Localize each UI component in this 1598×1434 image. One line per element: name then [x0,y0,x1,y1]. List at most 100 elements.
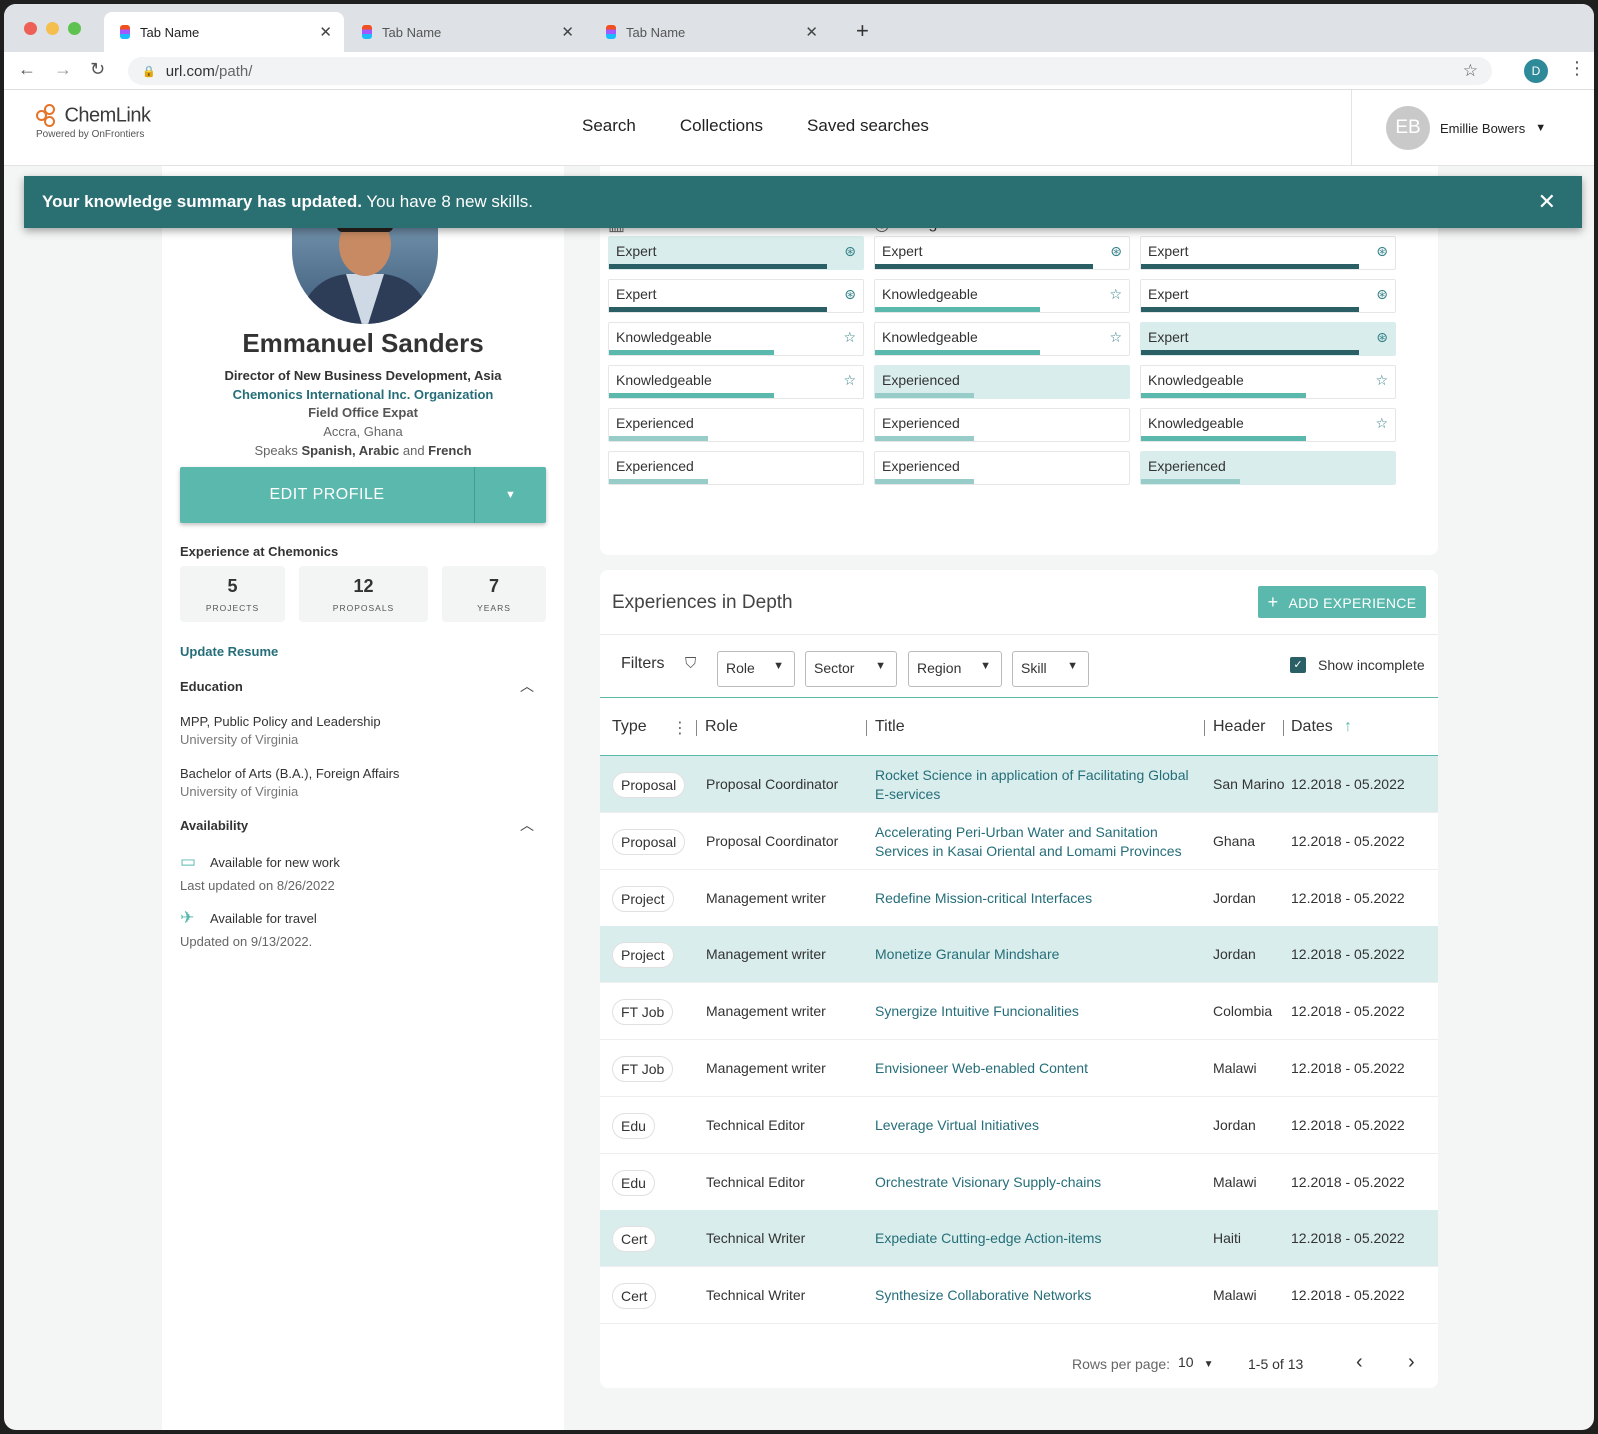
caret-down-icon: ▼ [1535,122,1547,134]
table-row[interactable]: Edu Technical Editor Orchestrate Visionary… [600,1154,1438,1211]
knowledge-item[interactable]: Expert ⊛ [608,236,864,270]
next-page-icon[interactable]: › [1408,1351,1415,1374]
column-dates[interactable]: Dates [1291,718,1333,736]
filter-bar: Filters ⛉ Role ▼ Sector ▼ Region ▼ Skill ▼ ✓… [600,634,1438,698]
column-role[interactable]: Role [705,718,738,736]
table-row[interactable]: Cert Technical Writer Synthesize Collabora… [600,1267,1438,1325]
show-incomplete-toggle[interactable]: ✓ Show incomplete [1290,657,1425,673]
update-resume-link[interactable]: Update Resume [180,644,278,659]
table-row[interactable]: Project Management writer Monetize Granula… [600,926,1438,984]
browser-tab[interactable]: Tab Name ✕ [104,12,344,52]
back-icon[interactable]: ← [18,59,36,80]
close-tab-icon[interactable]: ✕ [805,23,818,41]
filter-role-select[interactable]: Role ▼ [717,651,795,687]
browser-tab[interactable]: Tab Name ✕ [590,12,830,52]
logo-subtitle: Powered by OnFrontiers [36,129,145,140]
table-row[interactable]: FT Job Management writer Synergize Intuiti… [600,983,1438,1041]
figma-favicon-icon [120,25,130,39]
edit-profile-dropdown-icon[interactable]: ▼ [474,467,546,523]
row-title-link[interactable]: Synergize Intuitive Funcionalities [875,1002,1195,1021]
nav-search[interactable]: Search [582,116,636,136]
knowledge-item[interactable]: Knowledgeable ☆ [1140,365,1396,399]
chevron-up-icon[interactable]: ︿ [520,815,534,835]
reload-icon[interactable]: ↻ [90,59,105,80]
close-tab-icon[interactable]: ✕ [561,23,574,41]
row-title-link[interactable]: Synthesize Collaborative Networks [875,1286,1195,1305]
table-row[interactable]: FT Job Management writer Envisioneer Web-e… [600,1040,1438,1097]
browser-profile-avatar[interactable]: D [1524,59,1548,83]
url-input[interactable]: 🔒 url.com/path/ ☆ [128,57,1492,85]
star-icon: ☆ [1109,286,1122,302]
row-title-link[interactable]: Monetize Granular Mindshare [875,945,1195,964]
row-title-link[interactable]: Rocket Science in application of Facilit… [875,766,1195,804]
availability-work: ▭ Available for new work Last updated on … [180,852,340,893]
knowledge-item[interactable]: Experienced [608,451,864,485]
zoom-window-button[interactable] [68,22,81,35]
rows-per-page-select[interactable]: 10 ▼ [1178,1354,1213,1370]
close-tab-icon[interactable]: ✕ [319,23,332,41]
knowledge-item[interactable]: Experienced [874,451,1130,485]
chevron-up-icon[interactable]: ︿ [520,676,534,696]
filter-sector-select[interactable]: Sector ▼ [805,651,897,687]
profile-organization[interactable]: Chemonics International Inc. Organizatio… [162,387,564,402]
bookmark-star-icon[interactable]: ☆ [1463,61,1478,81]
knowledge-item[interactable]: Experienced [608,408,864,442]
filter-skill-select[interactable]: Skill ▼ [1012,651,1089,687]
knowledge-item[interactable]: Knowledgeable ☆ [608,322,864,356]
knowledge-item[interactable]: Expert ⊛ [1140,322,1396,356]
column-header[interactable]: Header [1213,718,1265,736]
browser-window: Tab Name ✕ Tab Name ✕ Tab Name ✕ + ← → ↻… [4,4,1594,1430]
add-experience-button[interactable]: + ADD EXPERIENCE [1258,586,1426,618]
table-row[interactable]: Proposal Proposal Coordinator Rocket Scien… [600,756,1438,813]
knowledge-item[interactable]: Knowledgeable ☆ [874,322,1130,356]
column-menu-icon[interactable]: ⋮ [672,718,688,738]
forward-icon[interactable]: → [54,59,72,80]
nav-saved-searches[interactable]: Saved searches [807,116,929,136]
prev-page-icon[interactable]: ‹ [1356,1351,1363,1374]
knowledge-item[interactable]: Knowledgeable ☆ [874,279,1130,313]
row-title-link[interactable]: Redefine Mission-critical Interfaces [875,889,1195,908]
knowledge-item[interactable]: Expert ⊛ [1140,236,1396,270]
knowledge-item[interactable]: Knowledgeable ☆ [608,365,864,399]
browser-tab[interactable]: Tab Name ✕ [346,12,586,52]
chemlink-logo[interactable]: ChemLink Powered by OnFrontiers [36,104,151,140]
knowledge-item[interactable]: Experienced [874,365,1130,399]
column-type[interactable]: Type [612,718,647,736]
knowledge-level-bar [609,264,828,269]
close-icon[interactable]: ✕ [1538,176,1556,228]
table-row[interactable]: Project Management writer Redefine Mission… [600,870,1438,927]
knowledge-item[interactable]: Knowledgeable ☆ [1140,408,1396,442]
knowledge-item[interactable]: Expert ⊛ [608,279,864,313]
column-title[interactable]: Title [875,718,905,736]
knowledge-item[interactable]: Expert ⊛ [1140,279,1396,313]
row-header: Malawi [1213,1287,1257,1304]
row-role: Technical Editor [706,1173,805,1190]
new-tab-icon[interactable]: + [856,18,869,44]
knowledge-item[interactable]: Experienced [874,408,1130,442]
browser-menu-icon[interactable]: ⋮ [1568,58,1586,79]
type-pill: Edu [612,1169,655,1196]
row-title-link[interactable]: Expediate Cutting-edge Action-items [875,1229,1195,1248]
sort-up-icon[interactable]: ↑ [1344,718,1352,736]
row-title-link[interactable]: Leverage Virtual Initiatives [875,1116,1195,1135]
table-row[interactable]: Edu Technical Editor Leverage Virtual Init… [600,1097,1438,1154]
knowledge-level-label: Expert [1148,286,1189,302]
row-header: Jordan [1213,889,1256,906]
row-title-link[interactable]: Envisioneer Web-enabled Content [875,1059,1195,1078]
minimize-window-button[interactable] [46,22,59,35]
row-title-link[interactable]: Accelerating Peri-Urban Water and Sanita… [875,823,1195,861]
user-menu[interactable]: EB Emillie Bowers ▼ [1351,90,1546,166]
row-title-link[interactable]: Orchestrate Visionary Supply-chains [875,1173,1195,1192]
filter-region-select[interactable]: Region ▼ [908,651,1002,687]
knowledge-item[interactable]: Experienced [1140,451,1396,485]
table-row[interactable]: Proposal Proposal Coordinator Accelerating… [600,813,1438,870]
knowledge-item[interactable]: Expert ⊛ [874,236,1130,270]
nav-collections[interactable]: Collections [680,116,763,136]
type-pill: Proposal [612,772,686,798]
knowledge-level-label: Experienced [616,458,694,474]
edit-profile-button[interactable]: EDIT PROFILE [180,467,474,523]
table-row[interactable]: Cert Technical Writer Expediate Cutting-ed… [600,1210,1438,1268]
filter-funnel-icon[interactable]: ⛉ [685,655,696,672]
close-window-button[interactable] [24,22,37,35]
expert-badge-icon: ⊛ [844,243,856,259]
